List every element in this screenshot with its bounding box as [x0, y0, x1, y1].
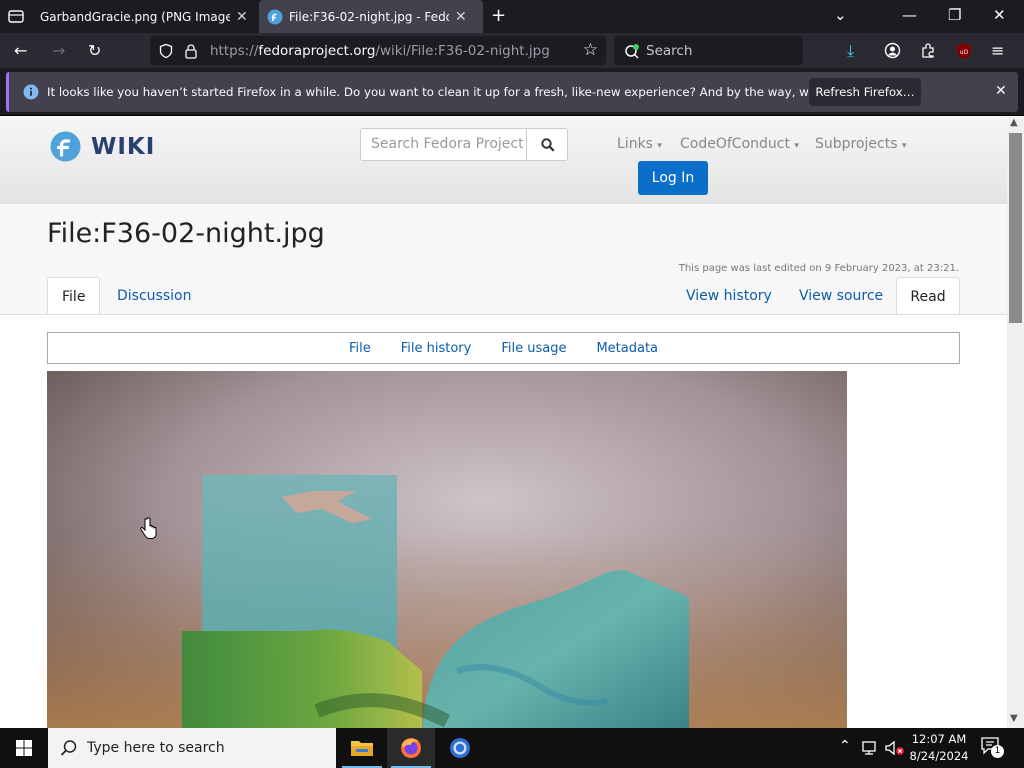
tab-list-icon[interactable]	[6, 7, 26, 25]
hand-cursor-icon	[140, 517, 157, 539]
firefox-icon	[401, 738, 421, 758]
chrome-taskbar-button[interactable]	[436, 728, 484, 768]
tab-title: File:F36-02-night.jpg - Fedora Pr	[289, 9, 449, 24]
firefox-taskbar-button[interactable]	[387, 728, 435, 768]
search-placeholder: Search	[646, 42, 693, 59]
login-button[interactable]: Log In	[638, 161, 708, 195]
windows-taskbar: Type here to search ⌃ 12:07 AM 8/24/2024…	[0, 728, 1024, 768]
tab-title: GarbandGracie.png (PNG Image, 19	[40, 9, 230, 24]
list-all-tabs-icon[interactable]: ⌄	[834, 6, 847, 24]
url-bar[interactable]: https://fedoraproject.org/wiki/File:F36-…	[150, 36, 606, 65]
close-tab-icon[interactable]: ✕	[455, 9, 467, 25]
last-edited-notice: This page was last edited on 9 February …	[678, 263, 959, 274]
url-text: https://fedoraproject.org/wiki/File:F36-…	[210, 42, 550, 59]
taskbar-search-placeholder: Type here to search	[87, 740, 225, 756]
ublock-origin-icon[interactable]: uO	[955, 42, 973, 60]
fedora-wiki-logo[interactable]: WIKI	[50, 131, 155, 162]
tab-file[interactable]: File	[47, 277, 101, 315]
refresh-firefox-button[interactable]: Refresh Firefox…	[809, 78, 921, 106]
info-icon	[23, 84, 39, 100]
network-icon[interactable]	[862, 740, 880, 756]
downloads-icon[interactable]: ⤓	[847, 41, 854, 61]
wiki-search-input[interactable]: Search Fedora Project	[360, 128, 527, 161]
web-page: WIKI Search Fedora Project Links ▾ CodeO…	[0, 117, 1007, 728]
nav-codeofconduct[interactable]: CodeOfConduct ▾	[680, 136, 799, 152]
file-explorer-taskbar-button[interactable]	[338, 728, 386, 768]
windows-start-icon[interactable]	[0, 728, 48, 768]
wiki-search-button[interactable]	[526, 128, 568, 161]
tab-view-source[interactable]: View source	[785, 277, 897, 315]
close-tab-icon[interactable]: ✕	[236, 9, 248, 25]
anchor-file-history[interactable]: File history	[401, 341, 472, 356]
close-window-icon[interactable]: ✕	[993, 6, 1006, 24]
anchor-file-usage[interactable]: File usage	[501, 341, 566, 356]
anchor-metadata[interactable]: Metadata	[596, 341, 658, 356]
fedora-favicon-icon	[267, 9, 283, 24]
reload-icon[interactable]: ↻	[88, 41, 101, 60]
nav-subprojects[interactable]: Subprojects ▾	[815, 136, 907, 152]
tab-garbandgracie[interactable]: GarbandGracie.png (PNG Image, 19 ✕	[32, 0, 258, 33]
svg-text:uO: uO	[960, 49, 969, 56]
tab-read[interactable]: Read	[896, 277, 960, 315]
wiki-wordmark: WIKI	[91, 133, 156, 160]
file-section-links: File File history File usage Metadata	[47, 332, 960, 364]
tab-f36-night[interactable]: File:F36-02-night.jpg - Fedora Pr ✕	[259, 0, 483, 33]
search-engine-icon	[625, 43, 639, 59]
new-tab-button[interactable]: +	[491, 5, 506, 26]
taskbar-search-box[interactable]: Type here to search	[48, 728, 336, 768]
wiki-header: WIKI Search Fedora Project Links ▾ CodeO…	[0, 117, 1007, 204]
page-scrollbar[interactable]: ▲ ▼	[1007, 117, 1024, 728]
navigation-toolbar: ← → ↻ https://fedoraproject.org/wiki/Fil…	[0, 33, 1024, 68]
show-hidden-icons-chevron-icon[interactable]: ⌃	[839, 738, 851, 754]
scrollbar-thumb[interactable]	[1009, 133, 1022, 323]
bookmark-star-icon[interactable]: ☆	[583, 40, 598, 60]
notification-panel: It looks like you haven’t started Firefo…	[6, 72, 1018, 112]
search-icon	[541, 138, 555, 152]
back-icon[interactable]: ←	[14, 41, 27, 60]
system-clock[interactable]: 12:07 AM 8/24/2024	[904, 731, 974, 765]
shield-icon[interactable]	[158, 43, 174, 59]
chrome-icon	[450, 738, 470, 758]
tab-view-history[interactable]: View history	[672, 277, 786, 315]
lock-icon[interactable]	[184, 43, 198, 59]
extensions-icon[interactable]	[920, 42, 937, 59]
account-icon[interactable]	[884, 42, 901, 59]
folder-icon	[351, 741, 373, 756]
nav-links[interactable]: Links ▾	[617, 136, 662, 152]
minimize-window-icon[interactable]: —	[902, 6, 917, 24]
browser-tab-bar: GarbandGracie.png (PNG Image, 19 ✕ File:…	[0, 0, 1024, 33]
notification-bar: It looks like you haven’t started Firefo…	[0, 68, 1024, 116]
scroll-down-icon[interactable]: ▼	[1010, 713, 1018, 724]
f36-night-wallpaper-image[interactable]	[47, 371, 847, 728]
clock-date: 8/24/2024	[909, 749, 969, 763]
page-title: File:F36-02-night.jpg	[47, 218, 325, 249]
tab-discussion[interactable]: Discussion	[103, 277, 205, 315]
search-icon	[60, 740, 77, 756]
tab-divider	[0, 314, 1007, 315]
menu-hamburger-icon[interactable]: ≡	[991, 41, 1004, 60]
volume-muted-icon[interactable]	[885, 740, 905, 756]
restore-window-icon[interactable]: ❐	[948, 6, 961, 24]
action-center-button[interactable]: 1	[980, 736, 1006, 760]
anchor-file[interactable]: File	[349, 341, 371, 356]
close-notification-icon[interactable]: ✕	[995, 83, 1007, 99]
clock-time: 12:07 AM	[911, 732, 967, 746]
notification-message: It looks like you haven’t started Firefo…	[47, 85, 889, 99]
notification-count-badge: 1	[991, 745, 1004, 758]
scroll-up-icon[interactable]: ▲	[1010, 117, 1018, 128]
fedora-logo-icon	[50, 131, 81, 162]
search-bar[interactable]: Search	[614, 36, 803, 65]
forward-icon[interactable]: →	[52, 41, 65, 60]
